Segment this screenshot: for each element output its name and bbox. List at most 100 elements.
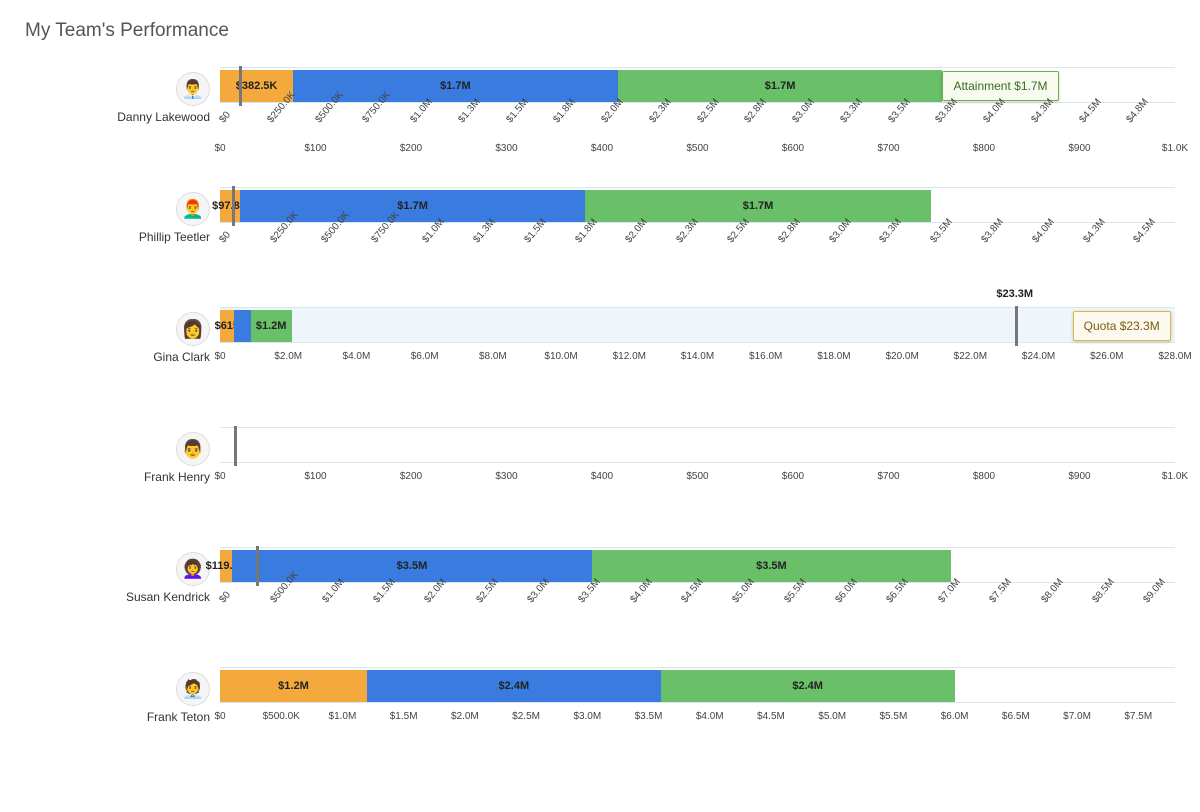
- performance-row: 👨Frank Henry$0 $100 $200 $300 $400 $500 $600 $7…: [25, 427, 1175, 497]
- tick-label: $300: [495, 143, 517, 154]
- tick-label: $2.0M: [274, 351, 302, 362]
- tick-label: $100: [304, 143, 326, 154]
- page-title: My Team's Performance: [25, 20, 1175, 42]
- tick-label: $20.0M: [885, 351, 918, 362]
- bar-segment-orange: $1.2M: [220, 670, 367, 702]
- chart-area: $0$100$200$300$400$500$600$700$800$900$1…: [220, 427, 1175, 497]
- tick-label: $5.5M: [879, 711, 907, 722]
- tick-label: $400: [591, 471, 613, 482]
- tick-label: $26.0M: [1090, 351, 1123, 362]
- tick-label: $100: [304, 471, 326, 482]
- axis: $0$250.0K$500.0K$750.0K$1.0M$1.3M$1.5M$1…: [220, 105, 1175, 137]
- tick-label: $14.0M: [681, 351, 714, 362]
- chart-area: $119.5K$3.5M$3.5M$0$500.0K$1.0M$1.5M$2.0…: [220, 547, 1175, 617]
- person-name: Gina Clark: [153, 350, 210, 364]
- bar-segment-orange: $615: [220, 310, 234, 342]
- person-cell: 👨‍🦰Phillip Teetler: [25, 187, 220, 244]
- tooltip: Quota $23.3M: [1073, 311, 1171, 341]
- chart-area: $1.2M$2.4M$2.4M$0$500.0K$1.0M$1.5M$2.0M$…: [220, 667, 1175, 737]
- axis: $0$250.0K$500.0K$750.0K$1.0M$1.3M$1.5M$1…: [220, 225, 1175, 257]
- bar-segment-green: $1.7M: [585, 190, 930, 222]
- tick-label: $500.0K: [263, 711, 300, 722]
- avatar: 🧑‍💼: [176, 672, 210, 706]
- tick-label: $10.0M: [544, 351, 577, 362]
- person-cell: 👩‍🦱Susan Kendrick: [25, 547, 220, 604]
- bar-track: $382.5K$1.7M$1.7MAttainment $1.7M: [220, 67, 1175, 103]
- tick-label: $7.0M: [1063, 711, 1091, 722]
- tick-label: $500: [686, 471, 708, 482]
- bar-segment-blue: [234, 310, 251, 342]
- tick-label: $1.0K: [1162, 143, 1188, 154]
- tick-label: $0: [214, 711, 225, 722]
- person-cell: 👨‍💼Danny Lakewood: [25, 67, 220, 124]
- tick-label: $600: [782, 143, 804, 154]
- bar-segment-green: $1.2M: [251, 310, 292, 342]
- tick-label: $22.0M: [954, 351, 987, 362]
- performance-row: 👩Gina Clark$615$1.2M$23.3MQuota $23.3M$0…: [25, 307, 1175, 377]
- performance-rows: 👨‍💼Danny Lakewood$382.5K$1.7M$1.7MAttain…: [25, 67, 1175, 737]
- tick-label: $0: [214, 143, 225, 154]
- person-name: Phillip Teetler: [139, 230, 210, 244]
- tick-label: $4.0M: [343, 351, 371, 362]
- tick-label: $0: [217, 590, 233, 606]
- bar-track: $615$1.2M$23.3MQuota $23.3M: [220, 307, 1175, 343]
- tick-label: $16.0M: [749, 351, 782, 362]
- tick-label: $7.5M: [1124, 711, 1152, 722]
- tick-label: $900: [1068, 143, 1090, 154]
- tick-label: $12.0M: [613, 351, 646, 362]
- tick-label: $24.0M: [1022, 351, 1055, 362]
- axis: $0$100$200$300$400$500$600$700$800$900$1…: [220, 465, 1175, 497]
- person-name: Susan Kendrick: [126, 590, 210, 604]
- tick-label: $3.0M: [573, 711, 601, 722]
- quota-marker: [239, 66, 242, 106]
- tick-label: $4.5M: [757, 711, 785, 722]
- tick-label: $1.0K: [1162, 471, 1188, 482]
- axis: $0$500.0K$1.0M$1.5M$2.0M$2.5M$3.0M$3.5M$…: [220, 705, 1175, 737]
- tick-label: $700: [877, 143, 899, 154]
- tick-label: $8.0M: [479, 351, 507, 362]
- person-cell: 🧑‍💼Frank Teton: [25, 667, 220, 724]
- tick-label: $3.5M: [635, 711, 663, 722]
- tick-label: $0: [217, 230, 233, 246]
- tick-label: $0: [214, 351, 225, 362]
- tick-label: $800: [973, 143, 995, 154]
- quota-marker-label: $23.3M: [996, 288, 1033, 300]
- person-name: Danny Lakewood: [117, 110, 210, 124]
- tick-label: $0: [217, 110, 233, 126]
- bar-track: $1.2M$2.4M$2.4M: [220, 667, 1175, 703]
- tick-label: $6.5M: [1002, 711, 1030, 722]
- bar-segment-orange: $119.5K: [220, 550, 232, 582]
- performance-row: 👨‍🦰Phillip Teetler$0$100$200$300$400$500…: [25, 187, 1175, 257]
- chart-area: $382.5K$1.7M$1.7MAttainment $1.7M$0$250.…: [220, 67, 1175, 137]
- tick-label: $400: [591, 143, 613, 154]
- tick-label: $1.0M: [329, 711, 357, 722]
- tick-label: $2.5M: [512, 711, 540, 722]
- tick-label: $2.0M: [451, 711, 479, 722]
- performance-row: 👩‍🦱Susan Kendrick$119.5K$3.5M$3.5M$0$500…: [25, 547, 1175, 617]
- tick-label: $200: [400, 143, 422, 154]
- bar-segment-green: $2.4M: [661, 670, 955, 702]
- bar-segment-orange: $97.8K: [220, 190, 240, 222]
- performance-row: 🧑‍💼Frank Teton$1.2M$2.4M$2.4M$0$500.0K$1…: [25, 667, 1175, 737]
- quota-marker: [1015, 306, 1018, 346]
- tick-label: $5.0M: [818, 711, 846, 722]
- performance-row: 👨‍💼Danny Lakewood$382.5K$1.7M$1.7MAttain…: [25, 67, 1175, 137]
- avatar: 👩: [176, 312, 210, 346]
- quota-marker: [232, 186, 235, 226]
- chart-area: $615$1.2M$23.3MQuota $23.3M$0$2.0M$4.0M$…: [220, 307, 1175, 377]
- tick-label: $6.0M: [941, 711, 969, 722]
- tick-label: $700: [877, 471, 899, 482]
- tick-label: $4.0M: [696, 711, 724, 722]
- bar-track: $97.8K$1.7M$1.7M: [220, 187, 1175, 223]
- tooltip: Attainment $1.7M: [942, 71, 1058, 101]
- tick-label: $200: [400, 471, 422, 482]
- person-name: Frank Henry: [144, 470, 210, 484]
- tick-label: $300: [495, 471, 517, 482]
- tick-label: $800: [973, 471, 995, 482]
- tick-label: $0: [214, 471, 225, 482]
- tick-label: $6.0M: [411, 351, 439, 362]
- axis: $0$2.0M$4.0M$6.0M$8.0M$10.0M$12.0M$14.0M…: [220, 345, 1175, 377]
- tick-label: $600: [782, 471, 804, 482]
- person-cell: 👨Frank Henry: [25, 427, 220, 484]
- axis: $0$500.0K$1.0M$1.5M$2.0M$2.5M$3.0M$3.5M$…: [220, 585, 1175, 617]
